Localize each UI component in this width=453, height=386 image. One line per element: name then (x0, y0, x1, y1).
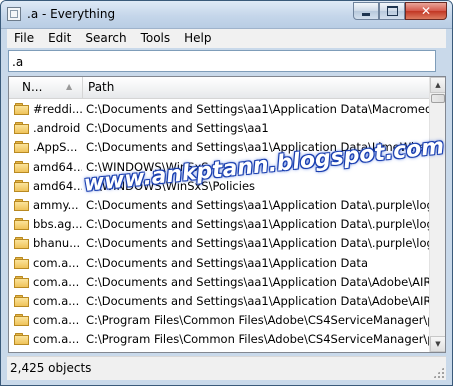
scroll-thumb[interactable] (431, 94, 445, 103)
folder-icon (14, 160, 30, 173)
item-name: bbs.ag... (33, 217, 82, 232)
menu-tools[interactable]: Tools (134, 29, 178, 48)
menu-edit[interactable]: Edit (41, 29, 78, 48)
object-count: 2,425 objects (10, 361, 92, 375)
list-item[interactable]: com.a... C:\Program Files\Common Files\Ad… (9, 310, 429, 329)
folder-icon (14, 198, 30, 211)
menu-help[interactable]: Help (177, 29, 218, 48)
status-bar: 2,425 objects (7, 356, 446, 380)
column-header: N... ▲ Path (9, 77, 429, 99)
folder-icon (14, 179, 30, 192)
item-name: amd64... (33, 178, 82, 193)
item-name: #reddi... (33, 102, 82, 116)
scroll-up-icon[interactable]: ▲ (430, 77, 445, 93)
maximize-button[interactable] (379, 2, 405, 20)
list-item[interactable]: amd64... C:\WINDOWS\WinSxS\Policies (9, 176, 429, 195)
item-path: C:\Documents and Settings\aa1\Applicatio… (86, 236, 429, 251)
minimize-icon (362, 12, 370, 16)
menu-bar: File Edit Search Tools Help (7, 29, 446, 48)
vertical-scrollbar[interactable]: ▲ ▼ (429, 77, 445, 352)
folder-icon (14, 294, 30, 307)
column-name-label: N... (22, 80, 43, 94)
item-name: com.a... (33, 332, 80, 347)
item-name: .android (33, 121, 81, 136)
minimize-button[interactable] (353, 2, 379, 20)
title-bar[interactable]: .a - Everything ✕ (1, 1, 452, 29)
folder-icon (14, 103, 30, 115)
item-name: .AppS... (33, 140, 78, 155)
close-button[interactable]: ✕ (405, 2, 447, 20)
list-item[interactable]: com.a... C:\Documents and Settings\aa1\Ap… (9, 272, 429, 291)
item-path: C:\Documents and Settings\aa1 (86, 121, 269, 136)
item-name: com.a... (33, 255, 80, 270)
item-name: com.a... (33, 293, 80, 308)
item-path: C:\Documents and Settings\aa1\Applicatio… (86, 197, 429, 212)
folder-icon (14, 237, 30, 250)
item-path: C:\Documents and Settings\aa1\Applicatio… (86, 274, 429, 289)
menu-file[interactable]: File (7, 29, 41, 48)
list-item[interactable]: .android C:\Documents and Settings\aa1 (9, 118, 429, 137)
list-item[interactable]: #reddi... C:\Documents and Settings\aa1\A… (9, 99, 429, 118)
item-name: com.a... (33, 274, 80, 289)
item-name: ammy... (33, 197, 79, 212)
item-path: C:\Program Files\Common Files\Adobe\CS4S… (86, 332, 429, 347)
sort-ascending-icon: ▲ (66, 82, 73, 91)
maximize-icon (386, 6, 398, 16)
folder-icon (14, 275, 30, 288)
folder-icon (14, 122, 30, 135)
item-path: C:\Documents and Settings\aa1\Applicatio… (86, 102, 429, 116)
item-path: C:\Documents and Settings\aa1\Applicatio… (86, 140, 426, 155)
column-path-label: Path (88, 80, 115, 94)
scroll-down-icon[interactable]: ▼ (430, 336, 445, 352)
window-title: .a - Everything (27, 7, 116, 21)
folder-icon (14, 333, 30, 346)
folder-icon (14, 256, 30, 269)
close-icon: ✕ (420, 4, 432, 18)
item-path: C:\Documents and Settings\aa1\Applicatio… (86, 255, 368, 270)
list-item[interactable]: com.a... C:\Documents and Settings\aa1\Ap… (9, 291, 429, 310)
folder-icon (14, 218, 30, 231)
window-controls: ✕ (353, 2, 447, 21)
resize-grip-icon[interactable] (433, 367, 444, 378)
item-path: C:\Program Files\Common Files\Adobe\CS4S… (86, 313, 429, 328)
app-window: .a - Everything ✕ File Edit Search Tools… (0, 0, 453, 386)
column-header-path[interactable]: Path (84, 77, 429, 98)
list-item[interactable]: bbs.ag... C:\Documents and Settings\aa1\A… (9, 214, 429, 233)
list-item[interactable]: .AppS... C:\Documents and Settings\aa1\Ap… (9, 137, 429, 156)
list-item[interactable]: ammy... C:\Documents and Settings\aa1\App… (9, 195, 429, 214)
results-rows: #reddi... C:\Documents and Settings\aa1\A… (9, 99, 429, 348)
results-list: N... ▲ Path #reddi... C:\Documents and Se… (8, 76, 446, 353)
search-input[interactable]: .a (8, 50, 436, 72)
item-path: C:\Documents and Settings\aa1\Applicatio… (86, 217, 429, 232)
everything-app-icon[interactable] (7, 7, 21, 21)
item-name: amd64... (33, 159, 82, 174)
item-name: bhanu... (33, 236, 81, 251)
list-item[interactable]: com.a... C:\Program Files\Common Files\Ad… (9, 329, 429, 348)
folder-icon (14, 314, 30, 327)
list-item[interactable]: amd64... C:\WINDOWS\WinSxS (9, 157, 429, 176)
column-header-name[interactable]: N... ▲ (9, 77, 83, 98)
item-path: C:\WINDOWS\WinSxS (86, 159, 209, 174)
item-path: C:\Documents and Settings\aa1\Applicatio… (86, 293, 429, 308)
item-name: com.a... (33, 313, 80, 328)
item-path: C:\WINDOWS\WinSxS\Policies (86, 178, 256, 193)
list-item[interactable]: com.a... C:\Documents and Settings\aa1\Ap… (9, 253, 429, 272)
folder-icon (14, 141, 30, 154)
menu-search[interactable]: Search (78, 29, 133, 48)
list-item[interactable]: bhanu... C:\Documents and Settings\aa1\Ap… (9, 233, 429, 252)
